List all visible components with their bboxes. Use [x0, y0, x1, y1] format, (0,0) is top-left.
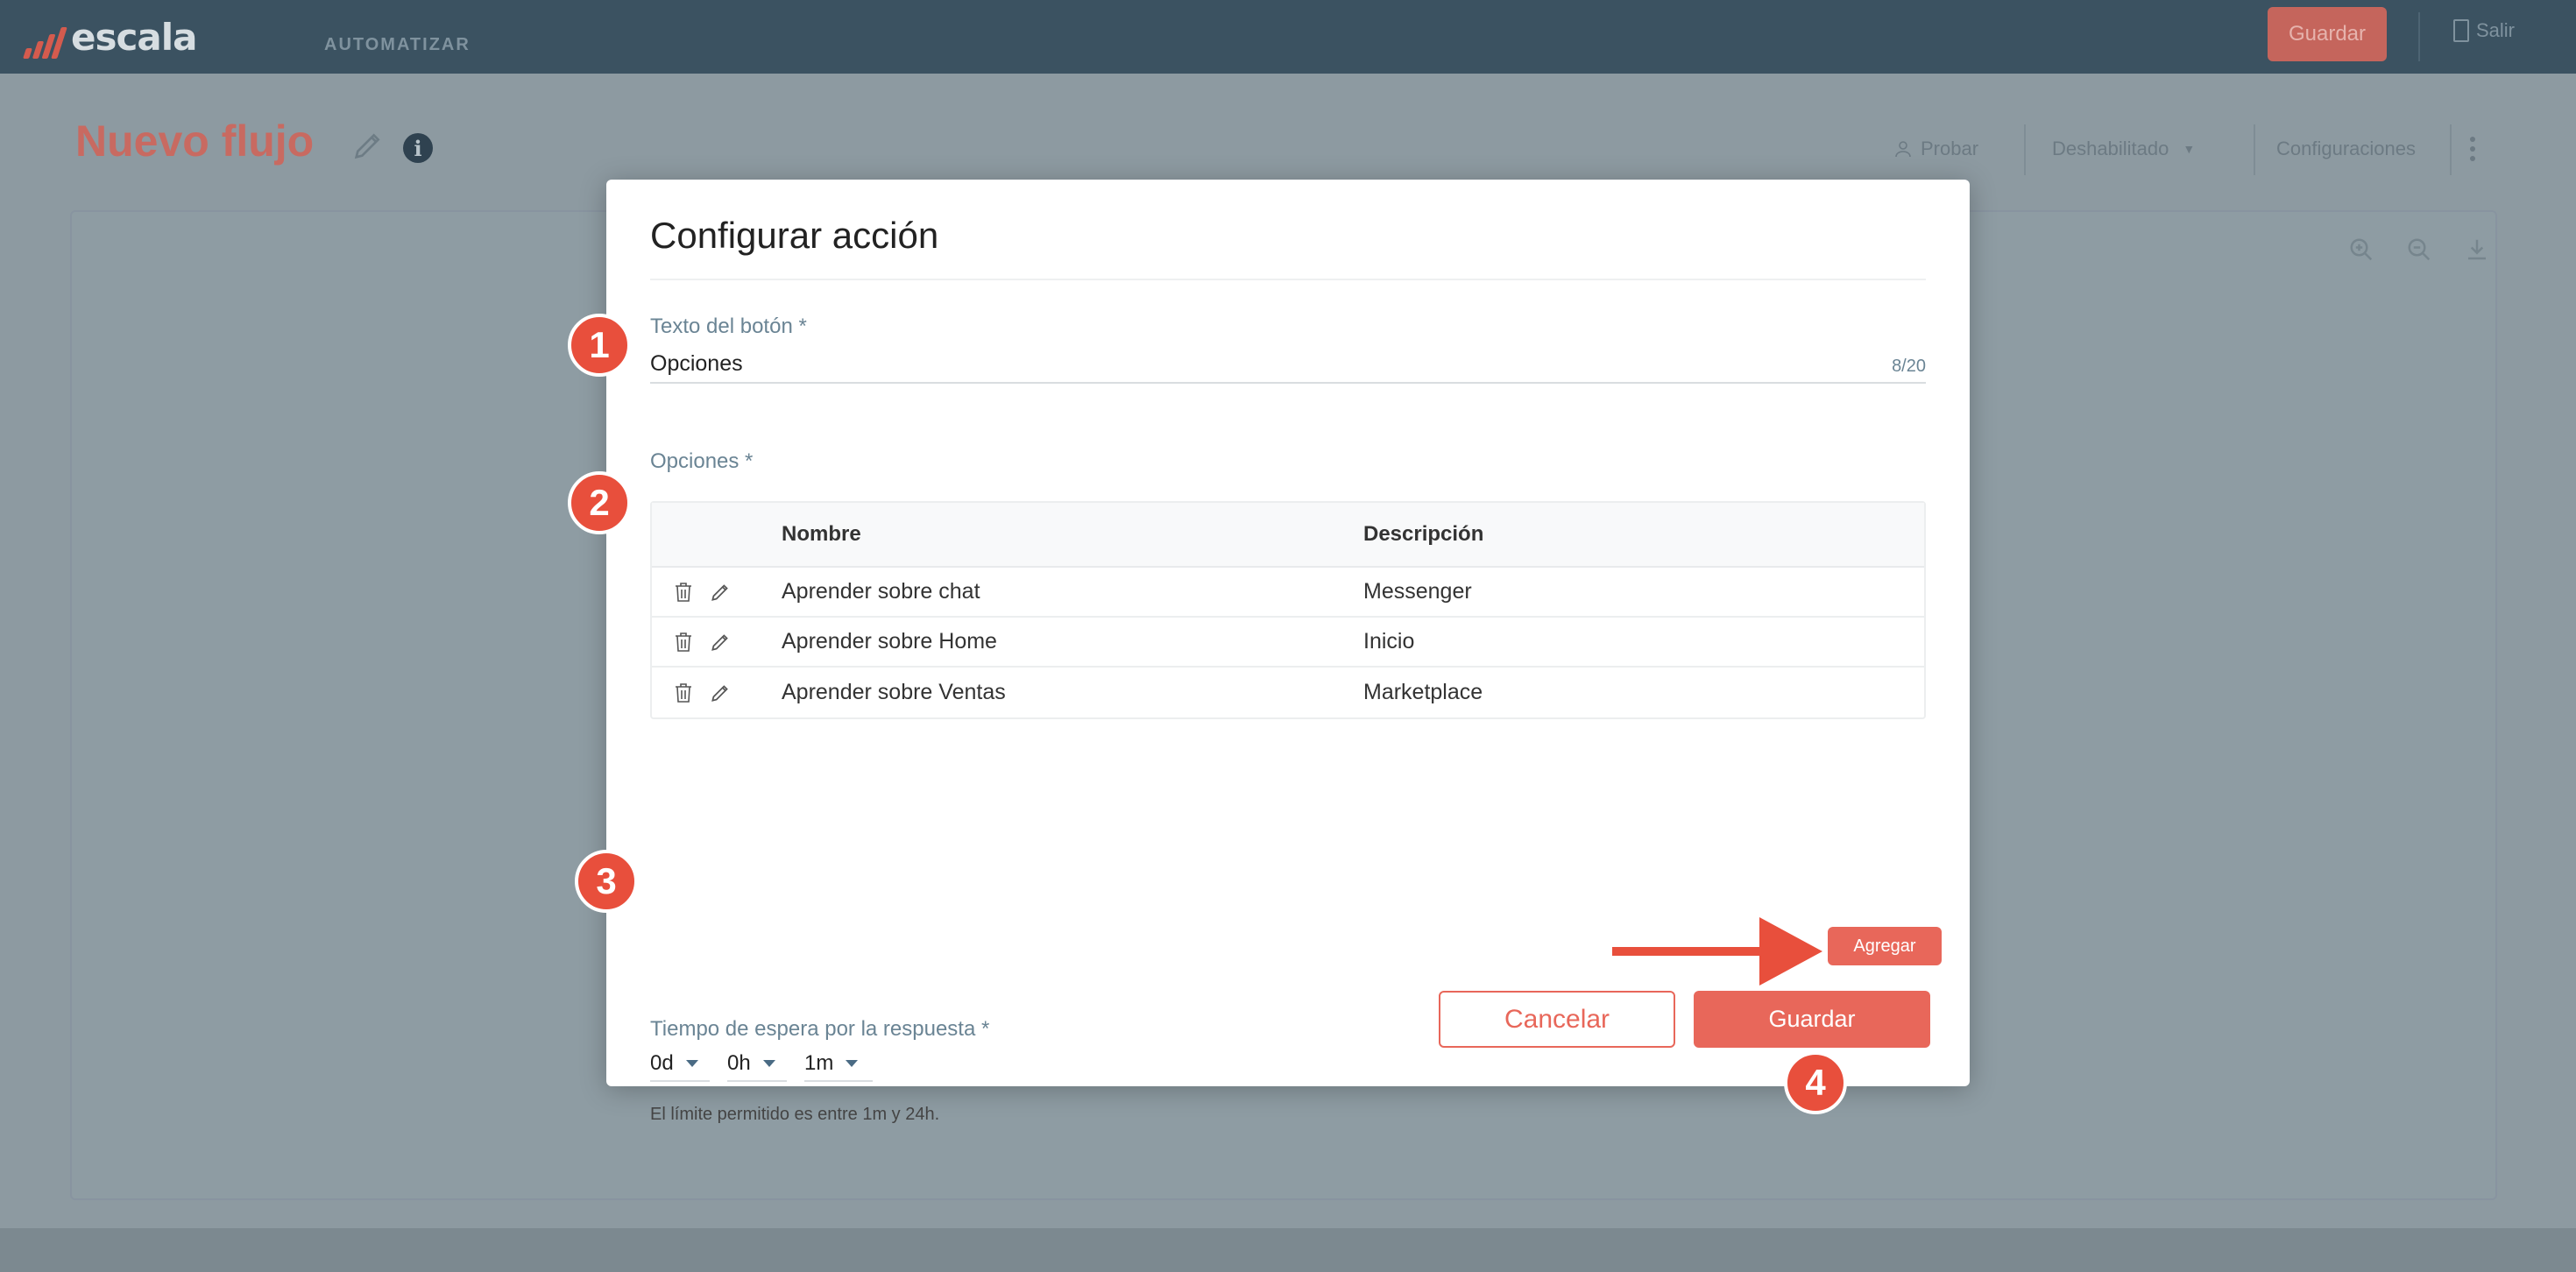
nav-automatizar[interactable]: AUTOMATIZAR	[324, 35, 471, 55]
settings-button[interactable]: Configuraciones	[2276, 124, 2416, 173]
test-button[interactable]: Probar	[1893, 124, 1978, 173]
hours-select[interactable]: 0h	[727, 1047, 787, 1082]
char-counter: 8/20	[1892, 357, 1926, 376]
caret-down-icon	[762, 1060, 775, 1067]
chevron-down-icon: ▼	[2183, 142, 2196, 156]
pencil-icon[interactable]	[708, 630, 732, 654]
trash-icon[interactable]	[671, 580, 696, 604]
edit-title-icon[interactable]	[350, 128, 386, 172]
button-text-label: Texto del botón *	[650, 314, 807, 338]
table-row: Aprender sobre chat Messenger	[652, 568, 1924, 618]
table-row: Aprender sobre Home Inicio	[652, 618, 1924, 668]
minutes-select[interactable]: 1m	[804, 1047, 873, 1082]
logo-bars-icon	[23, 22, 67, 59]
step-badge-1: 1	[568, 314, 631, 377]
title-divider	[650, 279, 1926, 280]
info-icon[interactable]: i	[403, 133, 433, 163]
option-name: Aprender sobre Ventas	[782, 680, 1006, 704]
top-bar: escala AUTOMATIZAR Guardar Salir	[0, 0, 2576, 74]
logout-button[interactable]: Salir	[2453, 19, 2515, 42]
canvas-tools	[2348, 237, 2490, 263]
zoom-in-icon[interactable]	[2348, 237, 2374, 263]
toolbar-divider	[2254, 124, 2255, 175]
more-options-icon[interactable]	[2469, 124, 2476, 173]
options-table: Nombre Descripción Aprender sobre chat M…	[650, 501, 1926, 719]
button-text-input[interactable]: Opciones	[650, 351, 743, 377]
hours-value: 0h	[727, 1051, 751, 1075]
step-badge-3: 3	[575, 850, 638, 913]
option-name: Aprender sobre Home	[782, 629, 997, 654]
wait-time-selects: 0d 0h 1m	[650, 1047, 873, 1082]
table-header: Nombre Descripción	[652, 503, 1924, 568]
pencil-icon[interactable]	[708, 681, 732, 705]
logout-label: Salir	[2476, 19, 2516, 41]
trash-icon[interactable]	[671, 681, 696, 705]
test-label: Probar	[1921, 138, 1979, 159]
escala-logo[interactable]: escala	[23, 16, 197, 59]
caret-down-icon	[846, 1060, 859, 1067]
step-badge-2: 2	[568, 471, 631, 534]
days-select[interactable]: 0d	[650, 1047, 710, 1082]
option-description: Marketplace	[1363, 680, 1483, 704]
door-icon	[2453, 19, 2469, 42]
cancel-button[interactable]: Cancelar	[1439, 991, 1675, 1048]
wait-time-label: Tiempo de espera por la respuesta *	[650, 1017, 990, 1041]
status-dropdown[interactable]: Deshabilitado ▼	[2052, 124, 2195, 173]
trash-icon[interactable]	[671, 630, 696, 654]
minutes-value: 1m	[804, 1051, 834, 1075]
caret-down-icon	[685, 1060, 698, 1067]
input-underline	[650, 382, 1926, 384]
top-divider	[2418, 12, 2420, 61]
page-title: Nuevo flujo	[75, 117, 315, 166]
option-description: Inicio	[1363, 629, 1415, 654]
add-option-button[interactable]: Agregar	[1828, 927, 1942, 965]
save-button[interactable]: Guardar	[1694, 991, 1930, 1048]
table-row: Aprender sobre Ventas Marketplace	[652, 668, 1924, 717]
options-label: Opciones *	[650, 449, 754, 473]
step-badge-4: 4	[1784, 1051, 1847, 1114]
option-description: Messenger	[1363, 579, 1472, 604]
toolbar-divider	[2024, 124, 2026, 175]
status-label: Deshabilitado	[2052, 138, 2169, 159]
pencil-icon[interactable]	[708, 580, 732, 604]
zoom-out-icon[interactable]	[2406, 237, 2432, 263]
settings-label: Configuraciones	[2276, 138, 2416, 159]
top-save-button[interactable]: Guardar	[2268, 7, 2387, 61]
download-icon[interactable]	[2464, 237, 2490, 263]
header-description: Descripción	[1363, 522, 1484, 546]
option-name: Aprender sobre chat	[782, 579, 980, 604]
pointer-arrow-icon	[1612, 914, 1822, 993]
configure-action-dialog: Configurar acción Texto del botón * Opci…	[606, 180, 1970, 1124]
header-name: Nombre	[782, 522, 861, 546]
dialog-title: Configurar acción	[650, 215, 939, 256]
wait-time-hint: El límite permitido es entre 1m y 24h.	[650, 1105, 940, 1124]
user-icon	[1895, 141, 1911, 158]
toolbar-divider	[2450, 124, 2452, 175]
bottom-band	[0, 1228, 2576, 1272]
logo-text: escala	[71, 16, 197, 59]
days-value: 0d	[650, 1051, 674, 1075]
